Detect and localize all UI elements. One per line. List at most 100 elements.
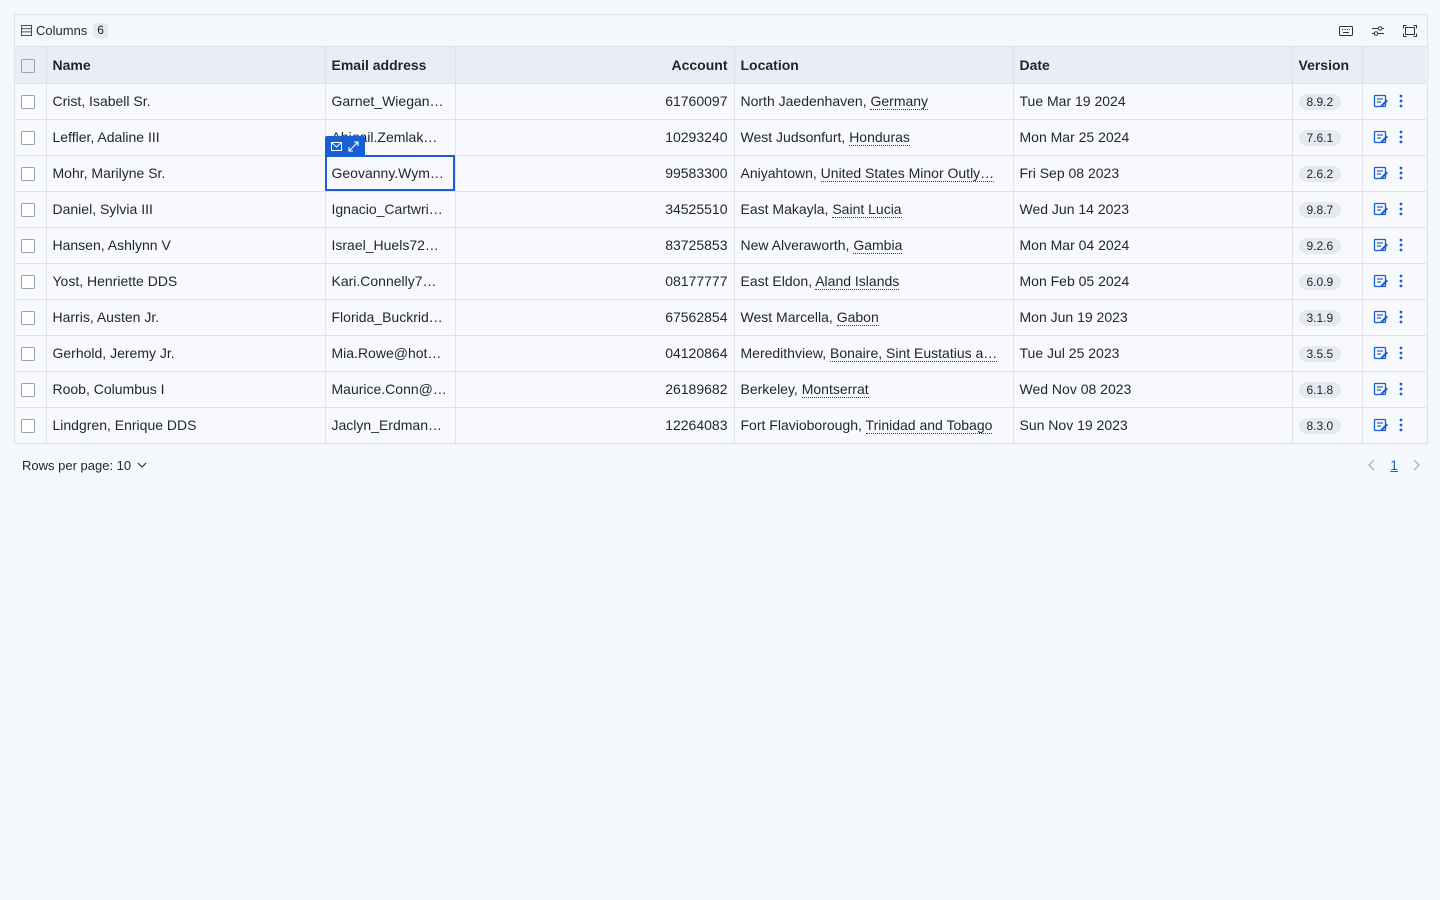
more-vertical-icon[interactable] [1399, 274, 1403, 288]
edit-row-icon[interactable] [1373, 237, 1389, 253]
row-checkbox[interactable] [21, 383, 35, 398]
cell-account[interactable]: 12264083 [455, 407, 735, 443]
cell-location[interactable]: North Jaedenhaven, Germany [734, 83, 1014, 120]
keyboard-button[interactable] [1337, 22, 1355, 40]
cell-location[interactable]: Fort Flavioborough, Trinidad and Tobago [734, 407, 1014, 443]
cell-account[interactable]: 61760097 [455, 83, 735, 120]
email-link[interactable]: Mia.Rowe@hot… [331, 345, 442, 361]
cell-email[interactable]: Mia.Rowe@hot… [325, 335, 456, 372]
cell-name[interactable]: Gerhold, Jeremy Jr. [46, 335, 326, 372]
cell-email[interactable]: Jaclyn_Erdman… [325, 407, 456, 443]
cell-location[interactable]: Berkeley, Montserrat [734, 371, 1014, 408]
more-vertical-icon[interactable] [1399, 310, 1403, 324]
cell-email[interactable]: Israel_Huels72… [325, 227, 456, 264]
cell-version[interactable]: 9.8.7 [1292, 191, 1363, 228]
cell-account[interactable]: 67562854 [455, 299, 735, 336]
cell-date[interactable]: Wed Nov 08 2023 [1013, 371, 1293, 408]
cell-date[interactable]: Tue Jul 25 2023 [1013, 335, 1293, 372]
edit-row-icon[interactable] [1373, 93, 1389, 109]
cell-email[interactable]: Geovanny.Wym… [325, 155, 456, 192]
cell-name[interactable]: Roob, Columbus I [46, 371, 326, 408]
email-link[interactable]: Jaclyn_Erdman… [331, 417, 442, 434]
more-vertical-icon[interactable] [1399, 418, 1403, 432]
edit-row-icon[interactable] [1373, 345, 1389, 361]
table-row[interactable]: Hansen, Ashlynn V Israel_Huels72… 837258… [15, 227, 1426, 264]
location-country-link[interactable]: Honduras [849, 129, 910, 146]
cell-name[interactable]: Daniel, Sylvia III [46, 191, 326, 228]
row-checkbox[interactable] [21, 419, 35, 434]
location-country-link[interactable]: Aland Islands [815, 273, 900, 290]
edit-row-icon[interactable] [1373, 165, 1389, 181]
cell-location[interactable]: Aniyahtown, United States Minor Outly… [734, 155, 1014, 192]
edit-row-icon[interactable] [1373, 273, 1389, 289]
header-location[interactable]: Location [734, 47, 1014, 84]
table-row[interactable]: Roob, Columbus I Maurice.Conn@… 26189682… [15, 371, 1426, 408]
cell-version[interactable]: 8.9.2 [1292, 83, 1363, 120]
cell-name[interactable]: Leffler, Adaline III [46, 119, 326, 156]
expand-icon[interactable] [348, 141, 359, 152]
table-row[interactable]: Gerhold, Jeremy Jr. Mia.Rowe@hot… 041208… [15, 335, 1426, 372]
location-country-link[interactable]: Saint Lucia [832, 201, 902, 218]
row-checkbox[interactable] [21, 311, 35, 326]
email-link[interactable]: Kari.Connelly7… [331, 273, 437, 289]
header-version[interactable]: Version [1292, 47, 1363, 84]
more-vertical-icon[interactable] [1399, 346, 1403, 360]
edit-row-icon[interactable] [1373, 417, 1389, 433]
cell-email[interactable]: Ignacio_Cartwri… [325, 191, 456, 228]
more-vertical-icon[interactable] [1399, 166, 1403, 180]
cell-date[interactable]: Fri Sep 08 2023 [1013, 155, 1293, 192]
cell-email[interactable]: Kari.Connelly7… [325, 263, 456, 300]
email-link[interactable]: Geovanny.Wym… [331, 165, 444, 181]
cell-account[interactable]: 04120864 [455, 335, 735, 372]
more-vertical-icon[interactable] [1399, 382, 1403, 396]
table-row[interactable]: Mohr, Marilyne Sr. Geovanny.Wym… 9958330… [15, 155, 1426, 192]
cell-account[interactable]: 99583300 [455, 155, 735, 192]
row-checkbox[interactable] [21, 347, 35, 362]
location-country-link[interactable]: Bonaire, Sint Eustatius a… [829, 345, 998, 362]
more-vertical-icon[interactable] [1399, 238, 1403, 252]
cell-date[interactable]: Sun Nov 19 2023 [1013, 407, 1293, 443]
cell-date[interactable]: Mon Feb 05 2024 [1013, 263, 1293, 300]
cell-account[interactable]: 10293240 [455, 119, 735, 156]
header-account[interactable]: Account [455, 47, 735, 84]
location-country-link[interactable]: Trinidad and Tobago [865, 417, 993, 435]
cell-name[interactable]: Yost, Henriette DDS [46, 263, 326, 300]
header-date[interactable]: Date [1013, 47, 1293, 84]
select-all-checkbox[interactable] [21, 58, 35, 73]
table-row[interactable]: Lindgren, Enrique DDS Jaclyn_Erdman… 122… [15, 407, 1426, 443]
table-row[interactable]: Crist, Isabell Sr. Garnet_Wiegan… 617600… [15, 83, 1426, 120]
more-vertical-icon[interactable] [1399, 130, 1403, 144]
cell-date[interactable]: Tue Mar 19 2024 [1013, 83, 1293, 120]
cell-location[interactable]: West Judsonfurt, Honduras [734, 119, 1014, 156]
table-row[interactable]: Harris, Austen Jr. Florida_Buckrid… 6756… [15, 299, 1426, 336]
table-row[interactable]: Daniel, Sylvia III Ignacio_Cartwri… 3452… [15, 191, 1426, 228]
cell-location[interactable]: West Marcella, Gabon [734, 299, 1014, 336]
chevron-right-icon[interactable] [1412, 459, 1420, 471]
row-checkbox[interactable] [21, 167, 35, 182]
cell-version[interactable]: 9.2.6 [1292, 227, 1363, 264]
row-checkbox[interactable] [21, 131, 35, 146]
more-vertical-icon[interactable] [1399, 202, 1403, 216]
cell-name[interactable]: Crist, Isabell Sr. [46, 83, 326, 120]
edit-row-icon[interactable] [1373, 381, 1389, 397]
cell-location[interactable]: East Eldon, Aland Islands [734, 263, 1014, 300]
edit-row-icon[interactable] [1373, 309, 1389, 325]
table-row[interactable]: Yost, Henriette DDS Kari.Connelly7… 0817… [15, 263, 1426, 300]
page-number-current[interactable]: 1 [1390, 457, 1398, 473]
location-country-link[interactable]: Gabon [836, 309, 879, 326]
columns-button[interactable]: Columns 6 [21, 23, 108, 38]
cell-version[interactable]: 3.5.5 [1292, 335, 1363, 372]
location-country-link[interactable]: Germany [870, 93, 929, 110]
cell-date[interactable]: Wed Jun 14 2023 [1013, 191, 1293, 228]
mail-icon[interactable] [331, 142, 342, 151]
email-link[interactable]: Florida_Buckrid… [331, 309, 443, 325]
cell-location[interactable]: Meredithview, Bonaire, Sint Eustatius a… [734, 335, 1014, 372]
location-country-link[interactable]: Montserrat [801, 381, 869, 398]
cell-date[interactable]: Mon Mar 04 2024 [1013, 227, 1293, 264]
cell-version[interactable]: 6.0.9 [1292, 263, 1363, 300]
row-checkbox[interactable] [21, 95, 35, 110]
header-name[interactable]: Name [46, 47, 326, 84]
cell-email[interactable]: Maurice.Conn@… [325, 371, 456, 408]
cell-name[interactable]: Harris, Austen Jr. [46, 299, 326, 336]
location-country-link[interactable]: United States Minor Outly… [820, 165, 995, 182]
